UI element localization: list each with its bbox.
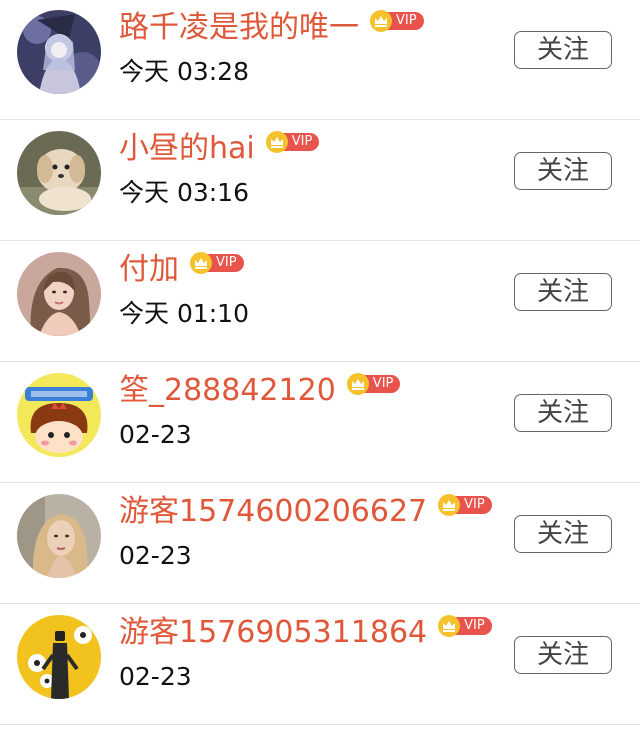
list-item[interactable]: 付加 VIP 今天 01:10 关注 [0, 242, 640, 362]
follower-list: 路千凌是我的唯一 VIP 今天 03:28 关注 小昼的hai VIP 今天 0… [0, 0, 640, 730]
username[interactable]: 游客1574600206627 [119, 492, 427, 532]
username[interactable]: 小昼的hai [119, 129, 255, 169]
vip-badge: VIP [437, 494, 492, 516]
vip-badge: VIP [189, 252, 244, 274]
woman-portrait-avatar[interactable] [17, 252, 101, 336]
username[interactable]: 付加 [119, 250, 179, 290]
vip-badge: VIP [346, 373, 401, 395]
list-item[interactable]: 游客1574600206627 VIP 02-23 关注 [0, 484, 640, 604]
cartoon-avatar[interactable] [17, 373, 101, 457]
follow-time: 今天 01:10 [119, 299, 249, 328]
follow-button[interactable]: 关注 [514, 31, 612, 69]
follow-button[interactable]: 关注 [514, 515, 612, 553]
vip-badge: VIP [369, 10, 424, 32]
crown-icon [370, 10, 392, 32]
follow-time: 今天 03:28 [119, 57, 249, 86]
list-item[interactable]: 路千凌是我的唯一 VIP 今天 03:28 关注 [0, 0, 640, 120]
list-item[interactable]: 小昼的hai VIP 今天 03:16 关注 [0, 121, 640, 241]
username[interactable]: 筌_288842120 [119, 371, 336, 411]
illustration-avatar[interactable] [17, 615, 101, 699]
follow-time: 今天 03:16 [119, 178, 249, 207]
blonde-woman-avatar[interactable] [17, 494, 101, 578]
dog-avatar[interactable] [17, 131, 101, 215]
list-item[interactable]: 游客1576905311864 VIP 02-23 关注 [0, 605, 640, 725]
follow-button[interactable]: 关注 [514, 636, 612, 674]
username[interactable]: 游客1576905311864 [119, 613, 427, 653]
username[interactable]: 路千凌是我的唯一 [119, 8, 359, 48]
crown-icon [265, 131, 288, 153]
anime-girl-avatar[interactable] [17, 10, 101, 94]
follow-time: 02-23 [119, 662, 192, 691]
crown-icon [438, 615, 461, 637]
follow-time: 02-23 [119, 541, 192, 570]
crown-icon [346, 373, 369, 395]
follow-button[interactable]: 关注 [514, 273, 612, 311]
list-item[interactable]: 筌_288842120 VIP 02-23 关注 [0, 363, 640, 483]
follow-time: 02-23 [119, 420, 192, 449]
crown-icon [438, 494, 461, 516]
crown-icon [190, 252, 212, 274]
vip-badge: VIP [265, 131, 320, 153]
follow-button[interactable]: 关注 [514, 394, 612, 432]
follow-button[interactable]: 关注 [514, 152, 612, 190]
vip-badge: VIP [437, 615, 492, 637]
